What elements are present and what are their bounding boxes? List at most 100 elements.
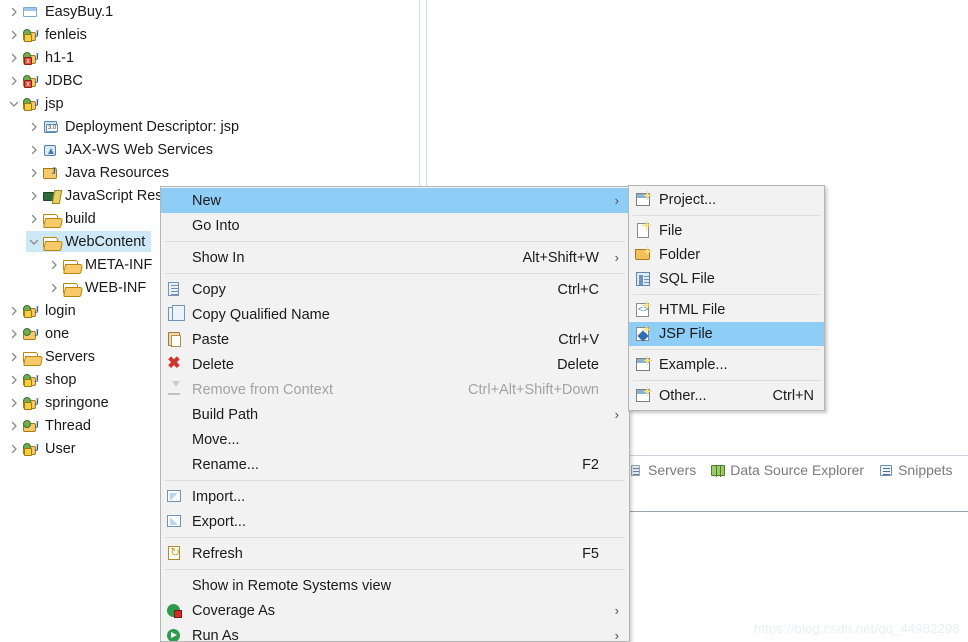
twisty-collapsed-icon[interactable] (26, 165, 42, 181)
menu-item-refresh[interactable]: Refresh F5 (161, 541, 629, 566)
twisty-collapsed-icon[interactable] (46, 257, 62, 273)
chevron-right-icon: › (614, 250, 619, 265)
menu-item-build-path[interactable]: Build Path › (161, 402, 629, 427)
menu-item-delete[interactable]: ✖ Delete Delete (161, 352, 629, 377)
menu-item-remove-from-context[interactable]: Remove from Context Ctrl+Alt+Shift+Down (161, 377, 629, 402)
twisty-expanded-icon[interactable] (6, 96, 22, 112)
new-menu-item-file[interactable]: File (629, 219, 824, 243)
menu-item-new[interactable]: New › (161, 188, 629, 213)
tree-row[interactable]: Jx JDBC (0, 69, 419, 92)
twisty-collapsed-icon[interactable] (6, 27, 22, 43)
view-tab-snippets[interactable]: Snippets (878, 462, 953, 478)
menu-item-show-in-remote-systems-view[interactable]: Show in Remote Systems view (161, 573, 629, 598)
twisty-collapsed-icon[interactable] (6, 349, 22, 365)
twisty-collapsed-icon[interactable] (6, 372, 22, 388)
view-tab-label: Servers (648, 462, 697, 478)
twisty-collapsed-icon[interactable] (26, 142, 42, 158)
new-menu-item-label: Other... (659, 388, 707, 404)
tree-row-inner[interactable]: Jone (6, 323, 75, 344)
tree-row[interactable]: Jjsp (0, 92, 419, 115)
tree-row[interactable]: EasyBuy.1 (0, 0, 419, 23)
twisty-collapsed-icon[interactable] (6, 4, 22, 20)
twisty-collapsed-icon[interactable] (6, 73, 22, 89)
twisty-collapsed-icon[interactable] (26, 188, 42, 204)
new-menu-item-shortcut: Ctrl+N (772, 388, 815, 404)
chevron-right-icon: › (614, 193, 619, 208)
java-resources-icon (42, 165, 60, 181)
tree-row-inner[interactable]: Jfenleis (6, 24, 93, 45)
twisty-expanded-icon[interactable] (26, 234, 42, 250)
tree-row-inner[interactable]: J Thread (6, 415, 97, 436)
menu-item-label: Move... (192, 431, 240, 448)
new-menu-item-jsp-file[interactable]: JSP File (629, 322, 824, 346)
tree-row-inner[interactable]: WebContent (26, 231, 152, 252)
twisty-collapsed-icon[interactable] (6, 441, 22, 457)
twisty-collapsed-icon[interactable] (6, 303, 22, 319)
chevron-right-icon: › (614, 603, 619, 618)
new-menu-item-other[interactable]: Other... Ctrl+N (629, 384, 824, 408)
new-html-file-icon (629, 298, 659, 322)
tree-row-inner[interactable]: Jspringone (6, 392, 115, 413)
menu-item-show-in[interactable]: Show In Alt+Shift+W › (161, 245, 629, 270)
tree-row-inner[interactable]: Java Resources (26, 162, 175, 183)
menu-item-go-into[interactable]: Go Into (161, 213, 629, 238)
menu-item-paste[interactable]: Paste Ctrl+V (161, 327, 629, 352)
twisty-collapsed-icon[interactable] (6, 326, 22, 342)
tree-item-label: login (45, 302, 76, 319)
view-tab-label: Data Source Explorer (730, 462, 865, 478)
twisty-collapsed-icon[interactable] (6, 418, 22, 434)
tree-row-inner[interactable]: Jshop (6, 369, 82, 390)
menu-item-copy-qualified-name[interactable]: Copy Qualified Name (161, 302, 629, 327)
view-tab-servers[interactable]: Servers (628, 462, 696, 478)
twisty-collapsed-icon[interactable] (6, 395, 22, 411)
new-menu-item-folder[interactable]: Folder (629, 243, 824, 267)
tree-row-inner[interactable]: EasyBuy.1 (6, 1, 119, 22)
tree-row-inner[interactable]: J User (6, 438, 82, 459)
java-project-warning-icon: J (22, 441, 40, 457)
menu-item-copy[interactable]: Copy Ctrl+C (161, 277, 629, 302)
menu-item-export[interactable]: Export... (161, 509, 629, 534)
tree-row[interactable]: Java Resources (0, 161, 419, 184)
twisty-collapsed-icon[interactable] (26, 211, 42, 227)
tree-row-inner[interactable]: Deployment Descriptor: jsp (26, 116, 245, 137)
tree-row-inner[interactable]: Servers (6, 346, 101, 367)
new-menu-item-label: JSP File (659, 326, 713, 342)
tree-row-inner[interactable]: Jlogin (6, 300, 82, 321)
new-menu-item-project[interactable]: Project... (629, 188, 824, 212)
tree-row[interactable]: Deployment Descriptor: jsp (0, 115, 419, 138)
context-menu[interactable]: New › Go Into Show In Alt+Shift+W › Copy Ctrl+C… (160, 186, 630, 642)
tree-row-inner[interactable]: build (26, 208, 102, 229)
tree-row[interactable]: Jx h1-1 (0, 46, 419, 69)
menu-item-coverage-as[interactable]: Coverage As › (161, 598, 629, 623)
new-menu-item-example[interactable]: Example... (629, 353, 824, 377)
twisty-collapsed-icon[interactable] (46, 280, 62, 296)
tree-row[interactable]: Jfenleis (0, 23, 419, 46)
tree-row-inner[interactable]: JAX-WS Web Services (26, 139, 219, 160)
new-sql-file-icon (629, 267, 659, 291)
menu-item-no-icon (161, 245, 192, 270)
tree-item-label: Deployment Descriptor: jsp (65, 118, 240, 135)
new-menu-item-sql-file[interactable]: SQL File (629, 267, 824, 291)
menu-separator (165, 480, 625, 481)
twisty-collapsed-icon[interactable] (6, 50, 22, 66)
menu-separator (165, 241, 625, 242)
menu-item-run-as[interactable]: Run As › (161, 623, 629, 641)
tree-row-inner[interactable]: WEB-INF (46, 277, 152, 298)
tree-item-label: springone (45, 394, 109, 411)
java-project-warning-icon: J (22, 27, 40, 43)
tree-item-label: Servers (45, 348, 95, 365)
menu-item-rename[interactable]: Rename... F2 (161, 452, 629, 477)
tree-row-inner[interactable]: Jjsp (6, 93, 70, 114)
twisty-collapsed-icon[interactable] (26, 119, 42, 135)
jax-ws-icon (42, 142, 60, 158)
menu-item-move[interactable]: Move... (161, 427, 629, 452)
tree-row-inner[interactable]: Jx JDBC (6, 70, 89, 91)
new-menu-item-html-file[interactable]: HTML File (629, 298, 824, 322)
tree-row-inner[interactable]: META-INF (46, 254, 158, 275)
menu-item-shortcut: Alt+Shift+W (522, 249, 599, 266)
tree-row[interactable]: JAX-WS Web Services (0, 138, 419, 161)
tree-row-inner[interactable]: Jx h1-1 (6, 47, 80, 68)
menu-item-import[interactable]: Import... (161, 484, 629, 509)
view-tab-data-source-explorer[interactable]: Data Source Explorer (710, 462, 864, 478)
new-submenu[interactable]: Project... File Folder SQL File HTML File JSP… (628, 185, 825, 411)
